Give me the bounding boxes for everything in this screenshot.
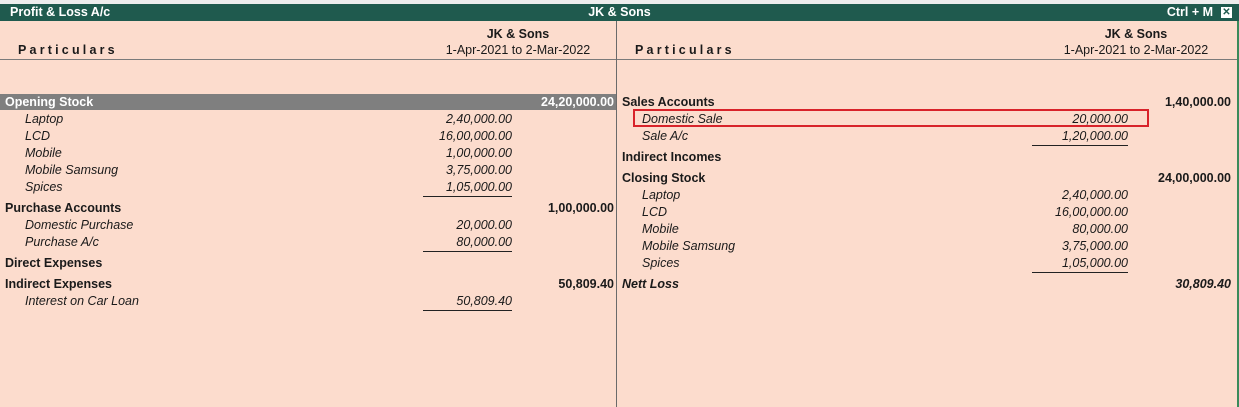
- list-item-value: 1,00,000.00: [445, 146, 512, 160]
- group-indirect-incomes[interactable]: Indirect Incomes: [622, 149, 721, 166]
- list-item-value: 2,40,000.00: [1061, 188, 1128, 202]
- nett-loss-value: 30,809.40: [1175, 277, 1231, 291]
- list-item[interactable]: Interest on Car Loan: [25, 293, 139, 310]
- column-period: 1-Apr-2021 to 2-Mar-2022: [445, 43, 591, 57]
- list-item[interactable]: Mobile Samsung: [25, 162, 118, 179]
- company-title: JK & Sons: [588, 5, 651, 19]
- indirect-expenses-total: 50,809.40: [558, 277, 614, 291]
- list-item[interactable]: LCD: [25, 128, 50, 145]
- purchase-total: 1,00,000.00: [547, 201, 614, 215]
- sales-total: 1,40,000.00: [1164, 95, 1231, 109]
- list-item-value: 1,05,000.00: [1032, 255, 1128, 273]
- group-closing-stock[interactable]: Closing Stock: [622, 170, 705, 187]
- list-item[interactable]: Spices: [25, 179, 63, 196]
- group-indirect-expenses[interactable]: Indirect Expenses: [5, 276, 112, 293]
- list-item-value: 3,75,000.00: [1061, 239, 1128, 253]
- shortcut-hint: Ctrl + M: [1166, 5, 1213, 19]
- expenses-panel: Particulars JK & Sons 1-Apr-2021 to 2-Ma…: [0, 21, 616, 407]
- column-period: 1-Apr-2021 to 2-Mar-2022: [1063, 43, 1209, 57]
- list-item-value: 80,000.00: [1072, 222, 1128, 236]
- income-panel: Particulars JK & Sons 1-Apr-2021 to 2-Ma…: [617, 21, 1237, 407]
- list-item-value: 16,00,000.00: [1055, 205, 1128, 219]
- list-item[interactable]: LCD: [642, 204, 667, 221]
- particulars-header: Particulars: [635, 43, 735, 57]
- list-item[interactable]: Laptop: [642, 187, 680, 204]
- list-item[interactable]: Spices: [642, 255, 680, 272]
- opening-stock-total: 24,20,000.00: [541, 95, 614, 109]
- list-item[interactable]: Purchase A/c: [25, 234, 99, 251]
- title-bar: Profit & Loss A/c JK & Sons Ctrl + M ✕: [0, 4, 1239, 21]
- column-company: JK & Sons: [486, 27, 550, 41]
- list-item[interactable]: Laptop: [25, 111, 63, 128]
- closing-stock-total: 24,00,000.00: [1158, 171, 1231, 185]
- list-item-value: 3,75,000.00: [445, 163, 512, 177]
- list-item[interactable]: Domestic Sale: [642, 111, 723, 128]
- list-item-value: 2,40,000.00: [445, 112, 512, 126]
- list-item-value: 20,000.00: [1072, 112, 1128, 126]
- list-item[interactable]: Domestic Purchase: [25, 217, 133, 234]
- list-item-value: 1,20,000.00: [1032, 128, 1128, 146]
- particulars-header: Particulars: [18, 43, 118, 57]
- list-item[interactable]: Mobile: [25, 145, 62, 162]
- list-item[interactable]: Mobile: [642, 221, 679, 238]
- close-icon[interactable]: ✕: [1221, 7, 1232, 18]
- group-direct-expenses[interactable]: Direct Expenses: [5, 255, 102, 272]
- list-item[interactable]: Sale A/c: [642, 128, 688, 145]
- list-item-value: 1,05,000.00: [423, 179, 512, 197]
- list-item-value: 50,809.40: [423, 293, 512, 311]
- list-item-value: 20,000.00: [456, 218, 512, 232]
- header-divider: [617, 59, 1237, 60]
- nett-loss-label[interactable]: Nett Loss: [622, 276, 679, 293]
- header-divider: [0, 59, 616, 60]
- group-purchase-accounts[interactable]: Purchase Accounts: [5, 200, 121, 217]
- list-item-value: 16,00,000.00: [439, 129, 512, 143]
- list-item[interactable]: Mobile Samsung: [642, 238, 735, 255]
- list-item-value: 80,000.00: [423, 234, 512, 252]
- group-opening-stock[interactable]: Opening Stock: [5, 94, 93, 111]
- column-company: JK & Sons: [1104, 27, 1168, 41]
